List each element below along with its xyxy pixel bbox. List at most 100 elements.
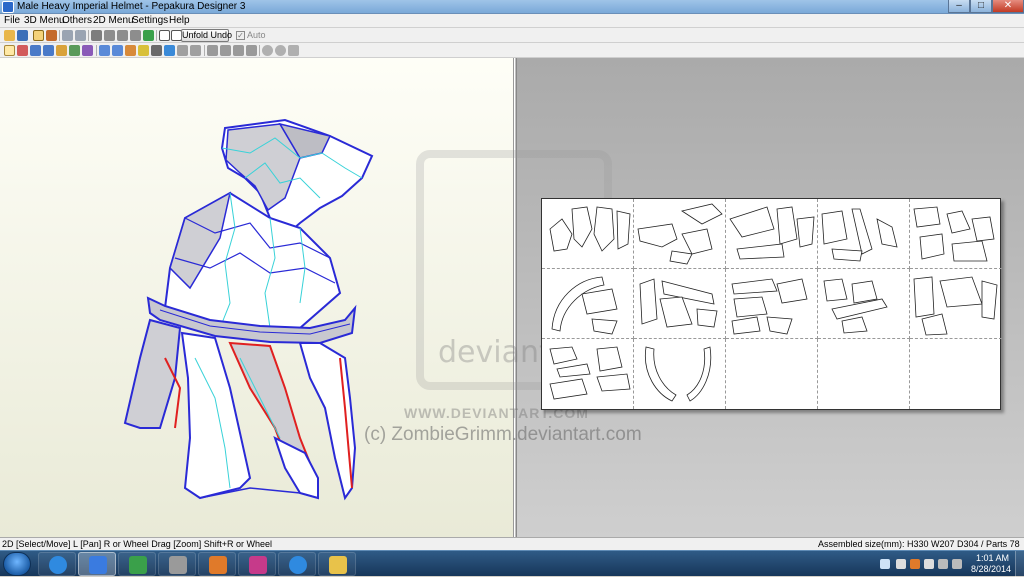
- toolbar-separator: [259, 45, 260, 56]
- toolbar-separator: [88, 30, 89, 41]
- maximize-button[interactable]: □: [970, 0, 992, 13]
- line-icon[interactable]: [190, 45, 201, 56]
- taskbar-app-3[interactable]: [118, 552, 156, 576]
- zoom-out-icon[interactable]: [275, 45, 286, 56]
- tray-app-icon[interactable]: [910, 559, 920, 569]
- open-icon[interactable]: [4, 30, 15, 41]
- parts-page-10: [913, 276, 998, 336]
- numbers-icon[interactable]: [82, 45, 93, 56]
- parts-page-9: [823, 278, 888, 334]
- folder-icon: [329, 556, 347, 574]
- help-icon[interactable]: [880, 559, 890, 569]
- flaps-icon[interactable]: [56, 45, 67, 56]
- show-texture-icon[interactable]: [30, 45, 41, 56]
- parts-page-11: [549, 346, 631, 400]
- status-mode-hint: 2D [Select/Move] L [Pan] R or Wheel Drag…: [2, 539, 273, 549]
- green-app-icon: [129, 556, 147, 574]
- toolbar-separator: [204, 45, 205, 56]
- window-title: Male Heavy Imperial Helmet - Pepakura De…: [17, 1, 246, 12]
- clock-time[interactable]: 1:01 AM: [976, 553, 1009, 563]
- fold-icon[interactable]: [104, 30, 115, 41]
- show-grid-icon[interactable]: [43, 45, 54, 56]
- save-icon[interactable]: [17, 30, 28, 41]
- flag-icon[interactable]: [924, 559, 934, 569]
- auto-label: Auto: [247, 30, 266, 40]
- show-hidden-icons[interactable]: [896, 559, 906, 569]
- taskbar-ie-2[interactable]: [278, 552, 316, 576]
- taskbar-app-5[interactable]: [198, 552, 236, 576]
- menu-file[interactable]: File: [4, 15, 20, 26]
- parts-page-2: [637, 203, 723, 265]
- parts-page-8: [731, 278, 808, 335]
- close-button[interactable]: ✕: [992, 0, 1024, 13]
- unfold-icon[interactable]: [33, 30, 44, 41]
- helmet-dome: [163, 191, 342, 335]
- align-left-icon[interactable]: [207, 45, 218, 56]
- pink-app-icon: [249, 556, 267, 574]
- clock-date[interactable]: 8/28/2014: [971, 564, 1011, 574]
- rotate-icon[interactable]: [99, 45, 110, 56]
- align-right-icon[interactable]: [233, 45, 244, 56]
- toolbar-separator: [156, 30, 157, 41]
- parts-page-6: [551, 276, 618, 335]
- taskbar-pepakura[interactable]: [78, 552, 116, 576]
- windows-taskbar: 1:01 AM 8/28/2014: [0, 550, 1024, 577]
- status-assembled-size: Assembled size(mm): H330 W207 D304 / Par…: [818, 539, 1020, 549]
- taskbar-app-4[interactable]: [158, 552, 196, 576]
- align-top-icon[interactable]: [246, 45, 257, 56]
- auto-checkbox[interactable]: ✓: [236, 31, 245, 40]
- menu-others[interactable]: Others: [62, 15, 92, 26]
- flap-edit-icon[interactable]: [151, 45, 162, 56]
- unfolded-parts[interactable]: [542, 199, 1002, 411]
- parts-page-5: [913, 206, 995, 262]
- edge-edit-icon[interactable]: [91, 30, 102, 41]
- redo-icon[interactable]: [75, 30, 86, 41]
- select-icon[interactable]: [4, 45, 15, 56]
- edge-id-icon[interactable]: [69, 45, 80, 56]
- texture-icon[interactable]: [46, 30, 57, 41]
- pepakura-icon: [89, 556, 107, 574]
- zoom-in-icon[interactable]: [262, 45, 273, 56]
- taskbar-explorer[interactable]: [318, 552, 356, 576]
- helmet-cheek-guards: [123, 318, 357, 501]
- join-edge-icon[interactable]: [125, 45, 136, 56]
- text-icon[interactable]: [164, 45, 175, 56]
- menu-bar: File 3D Menu Others 2D Menu Settings Hel…: [0, 14, 1024, 28]
- toolbar-separator: [59, 30, 60, 41]
- taskbar-ie[interactable]: [38, 552, 76, 576]
- copyright-credit-watermark: (c) ZombieGrimm.deviantart.com: [364, 424, 642, 445]
- move-icon[interactable]: [112, 45, 123, 56]
- network-icon[interactable]: [938, 559, 948, 569]
- parts-page-3: [729, 206, 815, 260]
- color-icon[interactable]: [143, 30, 154, 41]
- show-desktop-button[interactable]: [1015, 551, 1024, 577]
- join-icon[interactable]: [130, 30, 141, 41]
- align-center-icon[interactable]: [220, 45, 231, 56]
- split-edge-icon[interactable]: [138, 45, 149, 56]
- menu-help[interactable]: Help: [169, 15, 190, 26]
- menu-3d[interactable]: 3D Menu: [24, 15, 65, 26]
- taskbar-app-6[interactable]: [238, 552, 276, 576]
- menu-2d[interactable]: 2D Menu: [93, 15, 134, 26]
- menu-settings[interactable]: Settings: [132, 15, 168, 26]
- cut-icon[interactable]: [17, 45, 28, 56]
- status-bar: 2D [Select/Move] L [Pan] R or Wheel Drag…: [0, 537, 1024, 550]
- undo-icon[interactable]: [62, 30, 73, 41]
- unfold-undo-button[interactable]: Unfold Undo: [181, 29, 232, 42]
- window-split-icon[interactable]: [159, 30, 170, 41]
- minimize-button[interactable]: –: [948, 0, 970, 13]
- start-button[interactable]: [3, 552, 31, 576]
- internet-explorer-icon: [289, 556, 307, 574]
- view-toolbar: [0, 43, 1024, 58]
- toolbar-separator: [96, 45, 97, 56]
- anchor-icon[interactable]: [117, 30, 128, 41]
- pepakura-app-icon[interactable]: [2, 1, 14, 13]
- volume-icon[interactable]: [952, 559, 962, 569]
- measure-icon[interactable]: [177, 45, 188, 56]
- gray-app-icon: [169, 556, 187, 574]
- parts-page-4: [821, 208, 898, 262]
- zoom-fit-icon[interactable]: [288, 45, 299, 56]
- paper-sheet[interactable]: [541, 198, 1002, 411]
- title-bar: Male Heavy Imperial Helmet - Pepakura De…: [0, 0, 1024, 14]
- parts-page-7: [639, 278, 718, 328]
